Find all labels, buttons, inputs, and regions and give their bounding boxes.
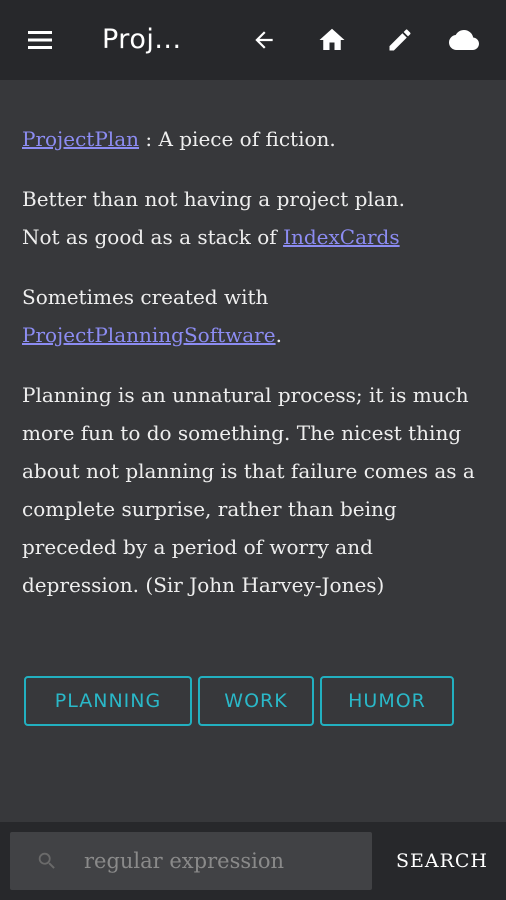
- cloud-icon: [449, 30, 479, 50]
- paragraph-1: ProjectPlan : A piece of fiction.: [22, 120, 488, 158]
- tag-humor[interactable]: HUMOR: [320, 676, 454, 726]
- edit-pencil-icon: [389, 29, 411, 51]
- tag-work[interactable]: WORK: [198, 676, 314, 726]
- edit-button[interactable]: [382, 22, 418, 58]
- back-button[interactable]: [246, 22, 282, 58]
- search-icon: [38, 852, 55, 869]
- menu-icon: [28, 31, 52, 49]
- search-bar: SEARCH: [0, 822, 506, 900]
- tag-list: PLANNING WORK HUMOR: [24, 676, 454, 726]
- paragraph-2-line-1: Better than not having a project plan.: [22, 187, 405, 211]
- home-icon: [319, 28, 345, 50]
- tag-planning[interactable]: PLANNING: [24, 676, 192, 726]
- top-app-bar: Proj...: [0, 0, 506, 80]
- link-projectplan[interactable]: ProjectPlan: [22, 127, 139, 151]
- cloud-sync-button[interactable]: [446, 22, 482, 58]
- search-input[interactable]: [84, 838, 366, 884]
- paragraph-2: Better than not having a project plan. N…: [22, 180, 488, 256]
- link-indexcards[interactable]: IndexCards: [283, 225, 400, 249]
- paragraph-3: Sometimes created with ProjectPlanningSo…: [22, 278, 488, 354]
- menu-button[interactable]: [22, 22, 58, 58]
- paragraph-3-text: Sometimes created with: [22, 285, 269, 309]
- page-title: Proj...: [102, 24, 182, 55]
- search-button[interactable]: SEARCH: [384, 832, 500, 890]
- back-arrow-icon: [255, 31, 273, 49]
- search-field-container: [10, 832, 372, 890]
- home-button[interactable]: [314, 22, 350, 58]
- paragraph-1-text: : A piece of fiction.: [139, 127, 336, 151]
- paragraph-2-text: Not as good as a stack of: [22, 225, 284, 249]
- wiki-page-content: ProjectPlan : A piece of fiction. Better…: [22, 120, 488, 626]
- paragraph-3-suffix: .: [275, 323, 282, 347]
- paragraph-4: Planning is an unnatural process; it is …: [22, 383, 475, 597]
- link-projectplanningsoftware[interactable]: ProjectPlanningSoftware: [22, 323, 276, 347]
